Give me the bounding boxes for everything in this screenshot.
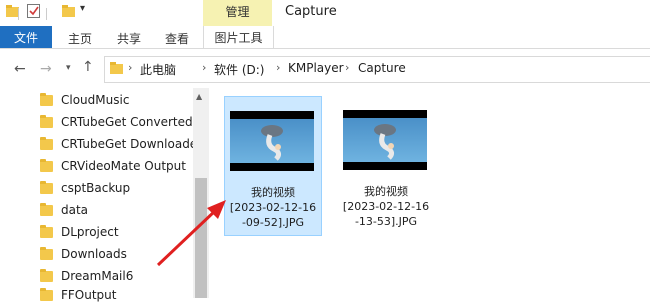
- annotation-arrow: [156, 200, 226, 267]
